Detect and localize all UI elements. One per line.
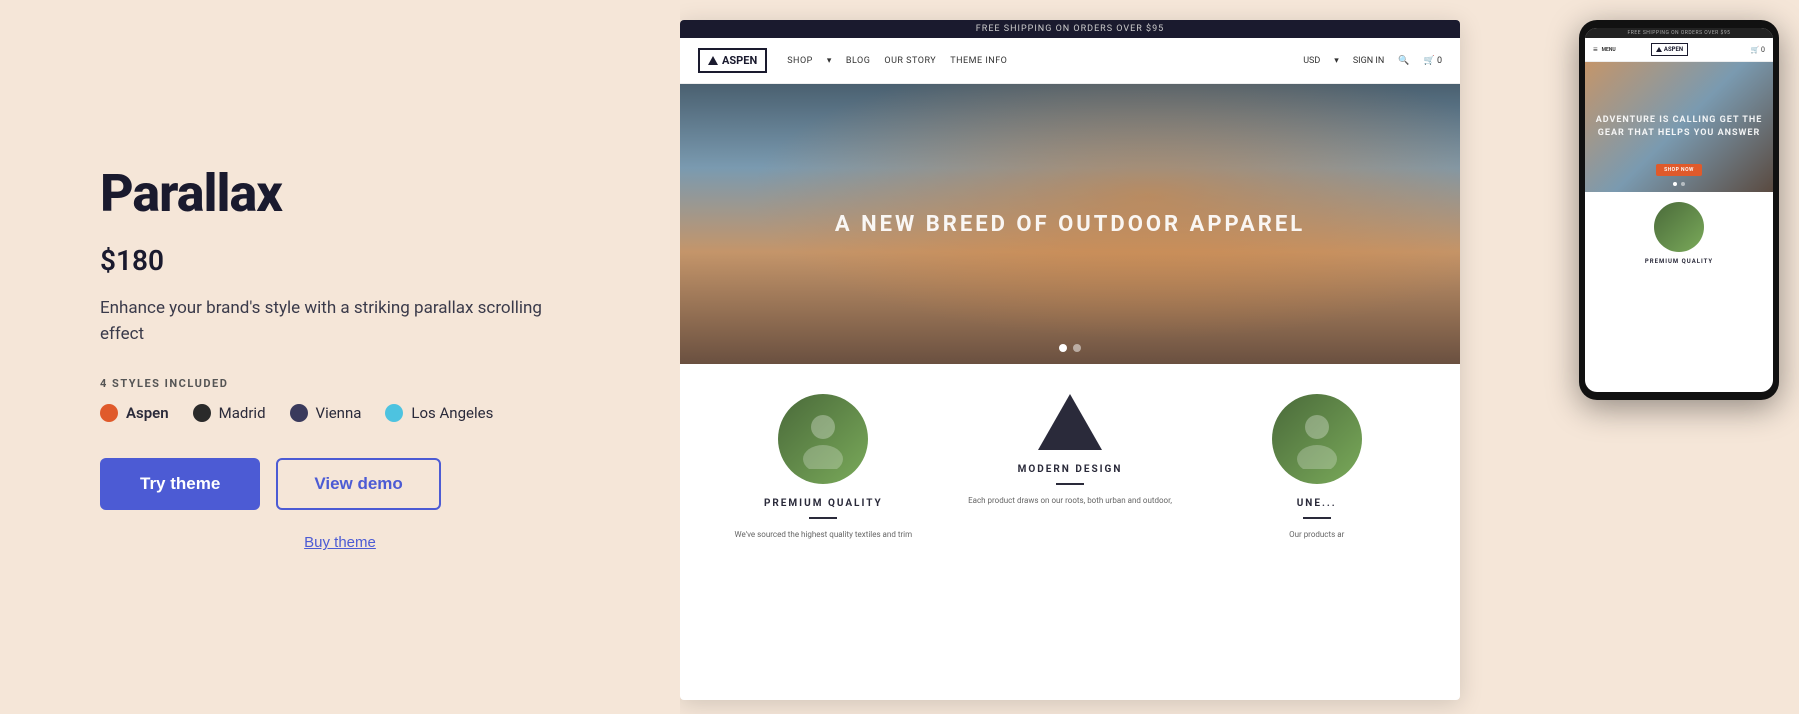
- person-svg-1: [793, 409, 853, 469]
- buttons-row: Try theme View demo: [100, 458, 580, 510]
- nav-usd: USD: [1303, 56, 1320, 66]
- mobile-dot-1: [1673, 182, 1677, 186]
- mobile-dots: [1673, 182, 1685, 186]
- right-panel: FREE SHIPPING ON ORDERS OVER $95 ASPEN S…: [680, 0, 1799, 714]
- theme-description: Enhance your brand's style with a striki…: [100, 295, 580, 348]
- nav-cart-icon: 🛒 0: [1424, 56, 1443, 66]
- desktop-preview: FREE SHIPPING ON ORDERS OVER $95 ASPEN S…: [680, 20, 1460, 700]
- preview-nav-links: SHOP ▾ BLOG OUR STORY THEME INFO: [787, 56, 1007, 66]
- theme-title: Parallax: [100, 163, 580, 224]
- feature-premium-quality: PREMIUM QUALITY We've sourced the highes…: [700, 394, 947, 541]
- mobile-screen: FREE SHIPPING ON ORDERS OVER $95 ≡ MENU …: [1585, 28, 1773, 392]
- nav-search-icon: 🔍: [1398, 56, 1409, 66]
- mobile-logo-text: ASPEN: [1664, 46, 1683, 53]
- mobile-top-bar: FREE SHIPPING ON ORDERS OVER $95: [1585, 28, 1773, 38]
- theme-price: $180: [100, 244, 580, 277]
- preview-nav-right: USD ▾ SIGN IN 🔍 🛒 0: [1303, 56, 1442, 66]
- view-demo-button[interactable]: View demo: [276, 458, 441, 510]
- feature-text-2: Each product draws on our roots, both ur…: [968, 495, 1172, 507]
- hero-dot-1: [1059, 344, 1067, 352]
- person-circle-2: [1272, 394, 1362, 484]
- nav-our-story: OUR STORY: [884, 56, 936, 66]
- mobile-dot-2: [1681, 182, 1685, 186]
- nav-sign-in: SIGN IN: [1353, 56, 1384, 66]
- feature-title-3: UNE...: [1297, 498, 1337, 509]
- mobile-device: FREE SHIPPING ON ORDERS OVER $95 ≡ MENU …: [1579, 20, 1779, 400]
- feature-modern-design: MODERN DESIGN Each product draws on our …: [947, 394, 1194, 541]
- mobile-cart-icon: 🛒 0: [1751, 46, 1765, 54]
- preview-nav: ASPEN SHOP ▾ BLOG OUR STORY THEME INFO U…: [680, 38, 1460, 84]
- triangle-icon: [1038, 394, 1102, 450]
- mobile-logo: ASPEN: [1651, 43, 1688, 56]
- preview-dots: [1059, 344, 1081, 352]
- feature-text-1: We've sourced the highest quality textil…: [735, 529, 913, 541]
- feature-underline-2: [1056, 483, 1084, 485]
- preview-features: PREMIUM QUALITY We've sourced the highes…: [680, 364, 1460, 561]
- style-option-vienna[interactable]: Vienna: [290, 404, 362, 422]
- style-option-madrid[interactable]: Madrid: [193, 404, 266, 422]
- vienna-label: Vienna: [316, 404, 362, 422]
- style-option-los-angeles[interactable]: Los Angeles: [385, 404, 493, 422]
- feature-text-3: Our products ar: [1289, 529, 1344, 541]
- styles-row: Aspen Madrid Vienna Los Angeles: [100, 404, 580, 422]
- madrid-dot: [193, 404, 211, 422]
- feature-underline-1: [809, 517, 837, 519]
- mobile-feature-circle: [1654, 202, 1704, 252]
- mobile-menu-label: MENU: [1602, 47, 1616, 53]
- nav-blog: BLOG: [846, 56, 871, 66]
- preview-hero: A NEW BREED OF OUTDOOR APPAREL: [680, 84, 1460, 364]
- style-option-aspen[interactable]: Aspen: [100, 404, 169, 422]
- mobile-menu-icon: ≡: [1593, 45, 1598, 54]
- person-svg-2: [1287, 409, 1347, 469]
- mobile-nav: ≡ MENU ASPEN 🛒 0: [1585, 38, 1773, 62]
- left-panel: Parallax $180 Enhance your brand's style…: [0, 0, 680, 714]
- preview-top-bar: FREE SHIPPING ON ORDERS OVER $95: [680, 20, 1460, 38]
- hero-text: A NEW BREED OF OUTDOOR APPAREL: [835, 212, 1305, 237]
- vienna-dot: [290, 404, 308, 422]
- losangeles-label: Los Angeles: [411, 404, 493, 422]
- mobile-shop-now-button: SHOP NOW: [1656, 164, 1702, 176]
- losangeles-dot: [385, 404, 403, 422]
- logo-triangle-icon: [708, 56, 718, 65]
- mobile-hero-text: ADVENTURE IS CALLING GET THE GEAR THAT H…: [1585, 114, 1773, 139]
- person-circle-1: [778, 394, 868, 484]
- mobile-logo-triangle-icon: [1656, 47, 1662, 52]
- aspen-label: Aspen: [126, 404, 169, 422]
- nav-shop: SHOP: [787, 56, 813, 66]
- buy-theme-link[interactable]: Buy theme: [100, 534, 580, 551]
- feature-title-2: MODERN DESIGN: [1018, 464, 1123, 475]
- aspen-dot: [100, 404, 118, 422]
- mobile-hero: ADVENTURE IS CALLING GET THE GEAR THAT H…: [1585, 62, 1773, 192]
- nav-usd-chevron: ▾: [1334, 56, 1339, 66]
- feature-title-1: PREMIUM QUALITY: [764, 498, 883, 509]
- feature-underline-3: [1303, 517, 1331, 519]
- styles-label: 4 STYLES INCLUDED: [100, 377, 580, 390]
- preview-logo: ASPEN: [698, 48, 767, 73]
- logo-text: ASPEN: [722, 54, 757, 67]
- try-theme-button[interactable]: Try theme: [100, 458, 260, 510]
- madrid-label: Madrid: [219, 404, 266, 422]
- nav-chevron-icon: ▾: [827, 56, 832, 66]
- nav-theme-info: THEME INFO: [950, 56, 1007, 66]
- hero-dot-2: [1073, 344, 1081, 352]
- mobile-feature-title: PREMIUM QUALITY: [1645, 258, 1713, 265]
- feature-3: UNE... Our products ar: [1193, 394, 1440, 541]
- mobile-feature-section: PREMIUM QUALITY: [1585, 192, 1773, 275]
